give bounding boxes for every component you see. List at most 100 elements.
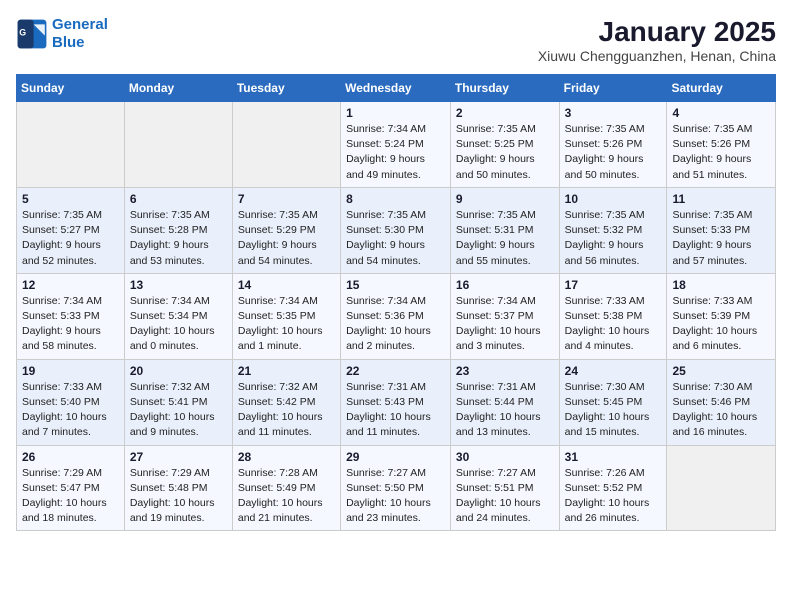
calendar-table: SundayMondayTuesdayWednesdayThursdayFrid… — [16, 74, 776, 531]
day-info: Sunrise: 7:35 AM Sunset: 5:30 PM Dayligh… — [346, 208, 445, 269]
day-info: Sunrise: 7:34 AM Sunset: 5:36 PM Dayligh… — [346, 294, 445, 355]
calendar-cell: 17 Sunrise: 7:33 AM Sunset: 5:38 PM Dayli… — [559, 273, 667, 359]
calendar-cell: 6Sunrise: 7:35 AM Sunset: 5:28 PM Daylig… — [124, 187, 232, 273]
calendar-cell: 8 Sunrise: 7:35 AM Sunset: 5:30 PM Daylig… — [341, 187, 451, 273]
day-info: Sunrise: 7:35 AM Sunset: 5:32 PM Dayligh… — [565, 208, 662, 269]
calendar-cell: 16Sunrise: 7:34 AM Sunset: 5:37 PM Dayli… — [450, 273, 559, 359]
day-number: 18 — [672, 278, 770, 292]
day-number: 26 — [22, 450, 119, 464]
calendar-cell: 21 Sunrise: 7:32 AM Sunset: 5:42 PM Dayli… — [232, 359, 340, 445]
logo-general: General — [52, 16, 108, 33]
calendar-cell: 23 Sunrise: 7:31 AM Sunset: 5:44 PM Dayli… — [450, 359, 559, 445]
day-number: 15 — [346, 278, 445, 292]
day-number: 8 — [346, 192, 445, 206]
day-number: 3 — [565, 106, 662, 120]
day-number: 29 — [346, 450, 445, 464]
svg-text:G: G — [19, 28, 26, 38]
calendar-cell: 15 Sunrise: 7:34 AM Sunset: 5:36 PM Dayli… — [341, 273, 451, 359]
day-number: 14 — [238, 278, 335, 292]
day-number: 1 — [346, 106, 445, 120]
day-number: 10 — [565, 192, 662, 206]
calendar-cell — [124, 102, 232, 188]
day-number: 31 — [565, 450, 662, 464]
day-number: 21 — [238, 364, 335, 378]
day-number: 19 — [22, 364, 119, 378]
day-number: 17 — [565, 278, 662, 292]
calendar-cell — [232, 102, 340, 188]
day-info: Sunrise: 7:35 AM Sunset: 5:26 PM Dayligh… — [672, 122, 770, 183]
day-info: Sunrise: 7:34 AM Sunset: 5:34 PM Dayligh… — [130, 294, 227, 355]
week-row-4: 19 Sunrise: 7:33 AM Sunset: 5:40 PM Dayli… — [17, 359, 776, 445]
calendar-cell: 7Sunrise: 7:35 AM Sunset: 5:29 PM Daylig… — [232, 187, 340, 273]
calendar-cell: 24 Sunrise: 7:30 AM Sunset: 5:45 PM Dayli… — [559, 359, 667, 445]
day-number: 30 — [456, 450, 554, 464]
day-info: Sunrise: 7:28 AM Sunset: 5:49 PM Dayligh… — [238, 466, 335, 527]
day-info: Sunrise: 7:27 AM Sunset: 5:51 PM Dayligh… — [456, 466, 554, 527]
day-number: 2 — [456, 106, 554, 120]
day-info: Sunrise: 7:32 AM Sunset: 5:42 PM Dayligh… — [238, 380, 335, 441]
day-number: 25 — [672, 364, 770, 378]
title-block: January 2025 Xiuwu Chengguanzhen, Henan,… — [538, 16, 776, 64]
calendar-cell: 19 Sunrise: 7:33 AM Sunset: 5:40 PM Dayli… — [17, 359, 125, 445]
calendar-header-row: SundayMondayTuesdayWednesdayThursdayFrid… — [17, 75, 776, 102]
day-info: Sunrise: 7:35 AM Sunset: 5:25 PM Dayligh… — [456, 122, 554, 183]
calendar-cell: 25 Sunrise: 7:30 AM Sunset: 5:46 PM Dayli… — [667, 359, 776, 445]
day-info: Sunrise: 7:35 AM Sunset: 5:31 PM Dayligh… — [456, 208, 554, 269]
week-row-5: 26 Sunrise: 7:29 AM Sunset: 5:47 PM Dayli… — [17, 445, 776, 531]
day-number: 4 — [672, 106, 770, 120]
calendar-cell: 1 Sunrise: 7:34 AM Sunset: 5:24 PM Daylig… — [341, 102, 451, 188]
col-header-tuesday: Tuesday — [232, 75, 340, 102]
day-number: 20 — [130, 364, 227, 378]
day-info: Sunrise: 7:34 AM Sunset: 5:33 PM Dayligh… — [22, 294, 119, 355]
calendar-cell: 18 Sunrise: 7:33 AM Sunset: 5:39 PM Dayli… — [667, 273, 776, 359]
day-number: 22 — [346, 364, 445, 378]
day-number: 9 — [456, 192, 554, 206]
calendar-cell: 22 Sunrise: 7:31 AM Sunset: 5:43 PM Dayli… — [341, 359, 451, 445]
logo: G General Blue — [16, 16, 108, 52]
day-info: Sunrise: 7:30 AM Sunset: 5:45 PM Dayligh… — [565, 380, 662, 441]
day-number: 13 — [130, 278, 227, 292]
day-number: 24 — [565, 364, 662, 378]
day-info: Sunrise: 7:33 AM Sunset: 5:38 PM Dayligh… — [565, 294, 662, 355]
calendar-cell: 30 Sunrise: 7:27 AM Sunset: 5:51 PM Dayli… — [450, 445, 559, 531]
calendar-cell: 26 Sunrise: 7:29 AM Sunset: 5:47 PM Dayli… — [17, 445, 125, 531]
calendar-subtitle: Xiuwu Chengguanzhen, Henan, China — [538, 48, 776, 64]
day-info: Sunrise: 7:26 AM Sunset: 5:52 PM Dayligh… — [565, 466, 662, 527]
calendar-title: January 2025 — [538, 16, 776, 48]
day-info: Sunrise: 7:35 AM Sunset: 5:27 PM Dayligh… — [22, 208, 119, 269]
calendar-cell: 4 Sunrise: 7:35 AM Sunset: 5:26 PM Daylig… — [667, 102, 776, 188]
calendar-body: 1 Sunrise: 7:34 AM Sunset: 5:24 PM Daylig… — [17, 102, 776, 531]
col-header-saturday: Saturday — [667, 75, 776, 102]
calendar-cell: 9 Sunrise: 7:35 AM Sunset: 5:31 PM Daylig… — [450, 187, 559, 273]
calendar-cell: 14Sunrise: 7:34 AM Sunset: 5:35 PM Dayli… — [232, 273, 340, 359]
day-info: Sunrise: 7:35 AM Sunset: 5:26 PM Dayligh… — [565, 122, 662, 183]
day-info: Sunrise: 7:31 AM Sunset: 5:44 PM Dayligh… — [456, 380, 554, 441]
day-number: 28 — [238, 450, 335, 464]
calendar-cell: 2 Sunrise: 7:35 AM Sunset: 5:25 PM Daylig… — [450, 102, 559, 188]
day-number: 23 — [456, 364, 554, 378]
day-number: 5 — [22, 192, 119, 206]
day-info: Sunrise: 7:33 AM Sunset: 5:40 PM Dayligh… — [22, 380, 119, 441]
day-info: Sunrise: 7:33 AM Sunset: 5:39 PM Dayligh… — [672, 294, 770, 355]
calendar-cell: 27Sunrise: 7:29 AM Sunset: 5:48 PM Dayli… — [124, 445, 232, 531]
day-info: Sunrise: 7:35 AM Sunset: 5:28 PM Dayligh… — [130, 208, 227, 269]
day-info: Sunrise: 7:30 AM Sunset: 5:46 PM Dayligh… — [672, 380, 770, 441]
calendar-cell — [17, 102, 125, 188]
logo-blue: Blue — [52, 34, 85, 51]
day-number: 11 — [672, 192, 770, 206]
day-info: Sunrise: 7:29 AM Sunset: 5:48 PM Dayligh… — [130, 466, 227, 527]
col-header-friday: Friday — [559, 75, 667, 102]
day-info: Sunrise: 7:29 AM Sunset: 5:47 PM Dayligh… — [22, 466, 119, 527]
week-row-2: 5 Sunrise: 7:35 AM Sunset: 5:27 PM Daylig… — [17, 187, 776, 273]
day-info: Sunrise: 7:31 AM Sunset: 5:43 PM Dayligh… — [346, 380, 445, 441]
day-info: Sunrise: 7:32 AM Sunset: 5:41 PM Dayligh… — [130, 380, 227, 441]
day-number: 7 — [238, 192, 335, 206]
day-info: Sunrise: 7:34 AM Sunset: 5:37 PM Dayligh… — [456, 294, 554, 355]
col-header-monday: Monday — [124, 75, 232, 102]
col-header-wednesday: Wednesday — [341, 75, 451, 102]
day-info: Sunrise: 7:35 AM Sunset: 5:33 PM Dayligh… — [672, 208, 770, 269]
col-header-sunday: Sunday — [17, 75, 125, 102]
calendar-cell: 12 Sunrise: 7:34 AM Sunset: 5:33 PM Dayli… — [17, 273, 125, 359]
day-number: 12 — [22, 278, 119, 292]
day-info: Sunrise: 7:34 AM Sunset: 5:24 PM Dayligh… — [346, 122, 445, 183]
